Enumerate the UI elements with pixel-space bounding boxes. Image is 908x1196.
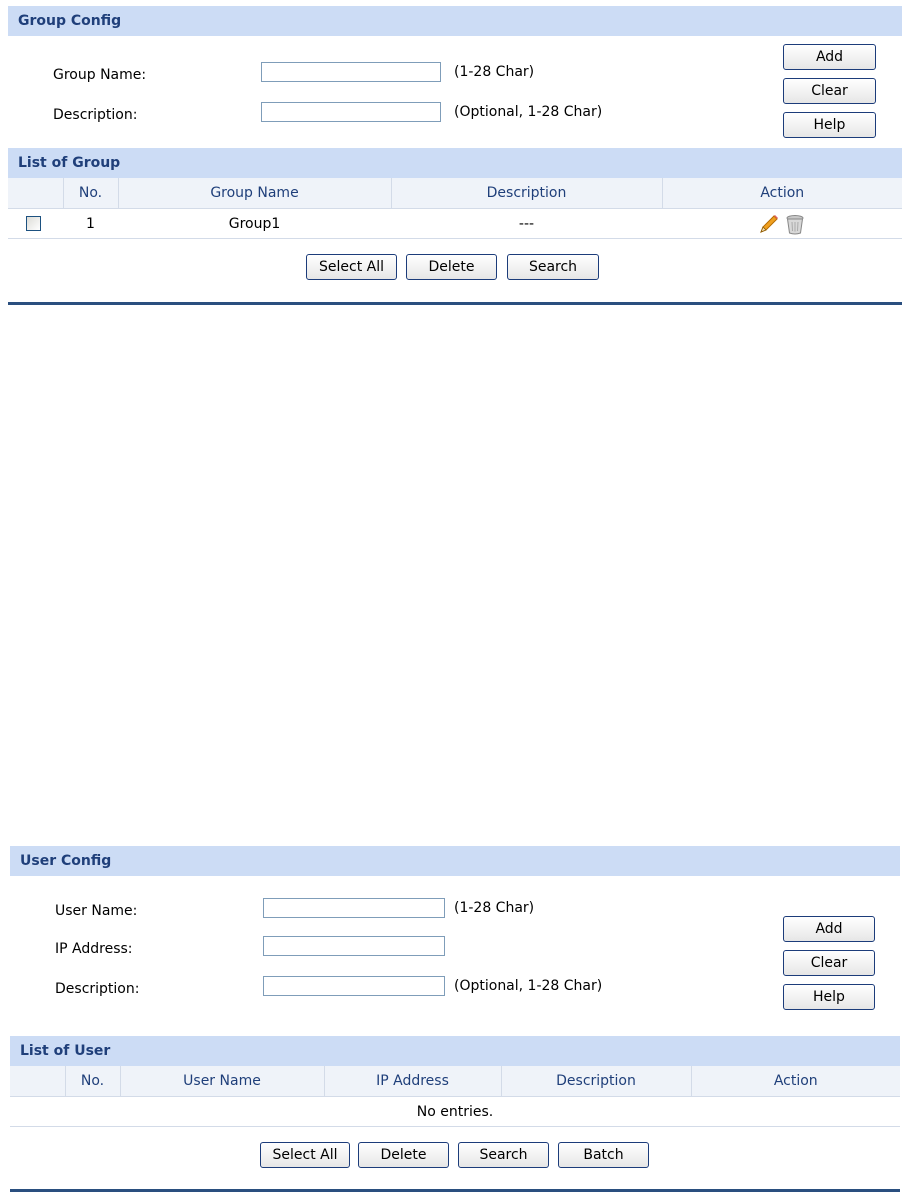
user-name-row: User Name: (1-28 Char) [10, 898, 900, 922]
user-config-form: User Name: (1-28 Char) IP Address: Descr… [10, 876, 900, 1036]
row-group-name: Group1 [118, 208, 391, 239]
group-col-group-name: Group Name [118, 178, 392, 209]
group-name-input[interactable] [261, 62, 441, 82]
user-config-panel: User Config User Name: (1-28 Char) IP Ad… [10, 846, 900, 1196]
user-table: No. User Name IP Address Description Act… [10, 1066, 900, 1127]
user-delete-button[interactable]: Delete [358, 1142, 449, 1168]
user-col-select [10, 1066, 66, 1097]
group-bottom-rule [8, 302, 902, 305]
group-table-header-row: No. Group Name Description Action [8, 178, 902, 209]
group-col-action: Action [662, 178, 902, 209]
group-name-label: Group Name: [53, 67, 147, 83]
row-no: 1 [63, 208, 118, 239]
table-row: 1 Group1 --- [8, 208, 902, 239]
user-description-row: Description: (Optional, 1-28 Char) [10, 976, 900, 1000]
group-add-button[interactable]: Add [783, 44, 876, 70]
group-col-description: Description [391, 178, 663, 209]
user-select-all-button[interactable]: Select All [260, 1142, 350, 1168]
row-checkbox[interactable] [26, 216, 41, 231]
group-help-button[interactable]: Help [783, 112, 876, 138]
ip-address-label: IP Address: [55, 941, 133, 957]
edit-icon[interactable] [758, 213, 780, 235]
user-clear-button[interactable]: Clear [783, 950, 875, 976]
row-actions [662, 208, 902, 239]
user-name-label: User Name: [55, 903, 138, 919]
group-list-header: List of Group [8, 148, 902, 178]
group-description-row: Description: (Optional, 1-28 Char) [8, 102, 902, 126]
no-entries-text: No entries. [10, 1096, 900, 1127]
user-list-area: No. User Name IP Address Description Act… [10, 1066, 900, 1196]
user-help-button[interactable]: Help [783, 984, 875, 1010]
group-col-no: No. [63, 178, 119, 209]
user-add-button[interactable]: Add [783, 916, 875, 942]
group-config-header: Group Config [8, 6, 902, 36]
user-col-ip-address: IP Address [324, 1066, 502, 1097]
user-list-header: List of User [10, 1036, 900, 1066]
group-select-all-button[interactable]: Select All [306, 254, 397, 280]
user-name-input[interactable] [263, 898, 445, 918]
ip-address-row: IP Address: [10, 936, 900, 960]
group-description-input[interactable] [261, 102, 441, 122]
group-config-panel: Group Config Group Name: (1-28 Char) Des… [8, 6, 902, 318]
user-col-description: Description [501, 1066, 692, 1097]
group-list-area: No. Group Name Description Action 1 Grou… [8, 178, 902, 318]
ip-address-input[interactable] [263, 936, 445, 956]
user-col-action: Action [691, 1066, 900, 1097]
group-clear-button[interactable]: Clear [783, 78, 876, 104]
user-description-hint: (Optional, 1-28 Char) [454, 978, 603, 994]
user-col-user-name: User Name [120, 1066, 325, 1097]
group-description-hint: (Optional, 1-28 Char) [454, 104, 603, 120]
user-table-header-row: No. User Name IP Address Description Act… [10, 1066, 900, 1097]
user-description-input[interactable] [263, 976, 445, 996]
user-bottom-rule [10, 1189, 900, 1192]
delete-icon[interactable] [784, 213, 806, 235]
group-config-form: Group Name: (1-28 Char) Description: (Op… [8, 36, 902, 148]
group-search-button[interactable]: Search [507, 254, 599, 280]
group-table: No. Group Name Description Action 1 Grou… [8, 178, 902, 239]
row-checkbox-cell [8, 208, 63, 239]
group-name-hint: (1-28 Char) [454, 64, 535, 80]
group-description-label: Description: [53, 107, 138, 123]
group-name-row: Group Name: (1-28 Char) [8, 62, 902, 86]
row-description: --- [391, 208, 662, 239]
user-search-button[interactable]: Search [458, 1142, 549, 1168]
user-name-hint: (1-28 Char) [454, 900, 535, 916]
user-col-no: No. [65, 1066, 121, 1097]
user-config-header: User Config [10, 846, 900, 876]
group-col-select [8, 178, 64, 209]
empty-row: No entries. [10, 1096, 900, 1127]
group-delete-button[interactable]: Delete [406, 254, 497, 280]
user-description-label: Description: [55, 981, 140, 997]
user-batch-button[interactable]: Batch [558, 1142, 649, 1168]
